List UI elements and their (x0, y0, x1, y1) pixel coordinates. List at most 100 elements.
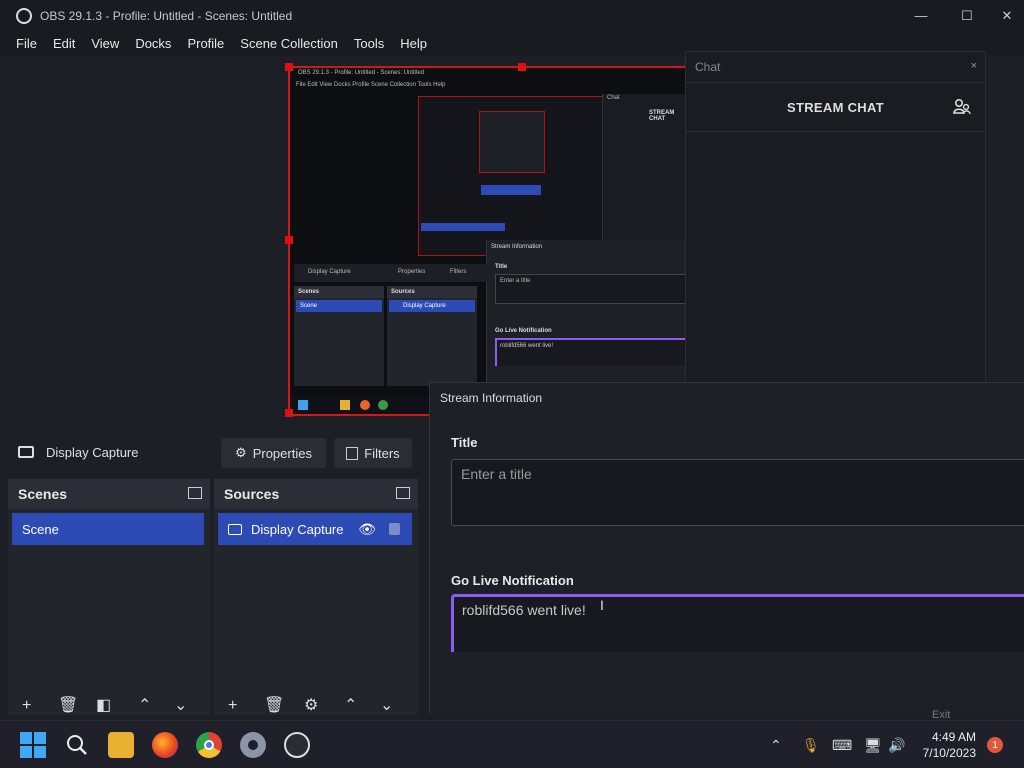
minimize-icon[interactable]: — (898, 0, 944, 31)
start-icon[interactable] (20, 732, 46, 758)
filters-button[interactable]: Filters (334, 438, 412, 468)
menu-edit[interactable]: Edit (45, 36, 83, 51)
remove-scene-icon[interactable]: 🗑 (58, 695, 78, 715)
mini-stream-chat: STREAM CHAT (649, 110, 675, 122)
move-source-up-icon[interactable]: ⌃ (344, 695, 357, 715)
close-icon[interactable]: ✕ (990, 0, 1024, 31)
mini-filters: Filters (450, 269, 467, 275)
source-list-item-label: Display Capture (251, 521, 344, 537)
mini-go-live-value: roblifd566 went live! (500, 343, 554, 349)
menu-docks[interactable]: Docks (127, 36, 179, 51)
mini-firefox-icon (360, 400, 370, 410)
resize-handle-left[interactable] (285, 236, 293, 244)
mini-nested-preview-2 (479, 111, 545, 173)
mini-sources-dock: Sources Display Capture (387, 286, 477, 386)
scenes-dock-title: Scenes (8, 479, 210, 509)
go-live-notification-label: Go Live Notification (451, 573, 574, 588)
scene-list-item[interactable]: Scene (12, 513, 204, 545)
resize-handle-tl[interactable] (285, 63, 293, 71)
scene-filters-icon[interactable]: ◧ (96, 695, 111, 715)
undock-icon[interactable] (396, 487, 410, 499)
taskbar: ⌃ 🎙 ⌨ 🖥 🔊 4:49 AM 7/10/2023 1 (0, 720, 1024, 768)
chevron-up-icon[interactable]: ⌃ (770, 737, 782, 754)
window-title: OBS 29.1.3 - Profile: Untitled - Scenes:… (40, 8, 293, 23)
menu-profile[interactable]: Profile (179, 36, 232, 51)
go-live-notification-input[interactable]: roblifd566 went live! (451, 594, 1024, 652)
maximize-icon[interactable]: ☐ (944, 0, 990, 31)
mini-title: OBS 29.1.3 - Profile: Untitled - Scenes:… (298, 70, 425, 76)
selected-source-name: Display Capture (46, 444, 139, 460)
mini-scene-item: Scene (300, 303, 318, 309)
mini-go-live-label: Go Live Notification (495, 328, 552, 334)
mini-source-row: Display Capture (389, 300, 475, 312)
firefox-icon[interactable] (152, 732, 178, 758)
mini-chrome-icon (378, 400, 388, 410)
mini-stream-info-header: Stream Information (491, 244, 543, 250)
title-input[interactable]: Enter a title (451, 459, 1024, 526)
move-scene-down-icon[interactable]: ⌄ (174, 695, 187, 715)
lock-icon[interactable] (389, 523, 400, 535)
mini-scenes-title: Scenes (298, 289, 320, 295)
mini-properties: Properties (398, 269, 426, 275)
volume-icon[interactable]: 🔊 (888, 737, 905, 754)
remove-source-icon[interactable]: 🗑 (264, 695, 284, 715)
add-source-icon[interactable]: + (228, 697, 237, 715)
resize-handle-bl[interactable] (285, 409, 293, 417)
obs-logo-icon (16, 7, 32, 24)
clock-date: 7/10/2023 (922, 746, 976, 760)
microphone-icon[interactable]: 🎙 (802, 737, 820, 754)
clock-time: 4:49 AM (931, 730, 976, 744)
mini-source-name: Display Capture (308, 269, 351, 275)
file-explorer-icon[interactable] (108, 732, 134, 758)
mini-go-live-input: roblifd566 went live! (495, 338, 691, 366)
obs-icon[interactable] (284, 732, 310, 758)
resize-handle-top[interactable] (518, 63, 526, 71)
sources-dock: Sources Display Capture 👁 + 🗑 ⚙ ⌃ ⌄ (214, 479, 418, 715)
mini-chat-label: Chat (607, 95, 620, 101)
notification-badge[interactable]: 1 (987, 737, 1003, 753)
source-properties-icon[interactable]: ⚙ (304, 695, 318, 715)
display-monitor-icon (228, 523, 242, 535)
clock[interactable]: 4:49 AM 7/10/2023 (923, 729, 976, 761)
filters-icon (346, 446, 359, 460)
chat-dock-header: Chat (695, 60, 721, 74)
users-icon[interactable] (953, 98, 971, 116)
source-list-item[interactable]: Display Capture 👁 (218, 513, 412, 545)
mini-scenes-dock: Scenes Scene (294, 286, 384, 386)
mini-folder-icon (340, 400, 350, 410)
chat-close-icon[interactable]: × (971, 60, 977, 72)
filters-label: Filters (364, 445, 400, 461)
move-source-down-icon[interactable]: ⌄ (380, 695, 393, 715)
mini-taskbar (290, 396, 430, 414)
network-icon[interactable]: 🖥 (864, 737, 882, 754)
title-label: Title (451, 435, 478, 450)
mini-scene-row: Scene (296, 300, 382, 312)
undock-icon[interactable] (188, 487, 202, 499)
properties-label: Properties (252, 445, 312, 461)
sources-dock-title: Sources (214, 479, 418, 509)
mini-title-input: Enter a title (495, 274, 691, 304)
title-bar: OBS 29.1.3 - Profile: Untitled - Scenes:… (0, 0, 1024, 31)
mini-source-item: Display Capture (403, 303, 446, 309)
search-icon[interactable] (64, 732, 90, 758)
mini-chat: Chat STREAM CHAT (602, 94, 686, 244)
menu-file[interactable]: File (8, 36, 45, 51)
display-monitor-icon (18, 446, 34, 458)
move-scene-up-icon[interactable]: ⌃ (138, 695, 151, 715)
settings-icon[interactable] (240, 732, 266, 758)
mini-menu: File Edit View Docks Profile Scene Colle… (296, 82, 446, 88)
menu-view[interactable]: View (83, 36, 127, 51)
gear-icon: ⚙ (235, 445, 247, 460)
menu-help[interactable]: Help (392, 36, 435, 51)
chrome-icon[interactable] (196, 732, 222, 758)
mini-title-label: Title (495, 264, 508, 270)
add-scene-icon[interactable]: + (22, 697, 31, 715)
mini-stream-info: Stream Information Title Enter a title G… (486, 240, 691, 390)
properties-button[interactable]: ⚙ Properties (221, 438, 326, 468)
keyboard-icon[interactable]: ⌨ (832, 737, 852, 754)
preview-source-frame[interactable]: OBS 29.1.3 - Profile: Untitled - Scenes:… (285, 63, 691, 417)
visibility-eye-icon[interactable]: 👁 (358, 521, 376, 538)
menu-scene-collection[interactable]: Scene Collection (232, 36, 346, 51)
mini-sources-title: Sources (391, 289, 415, 295)
menu-tools[interactable]: Tools (346, 36, 392, 51)
